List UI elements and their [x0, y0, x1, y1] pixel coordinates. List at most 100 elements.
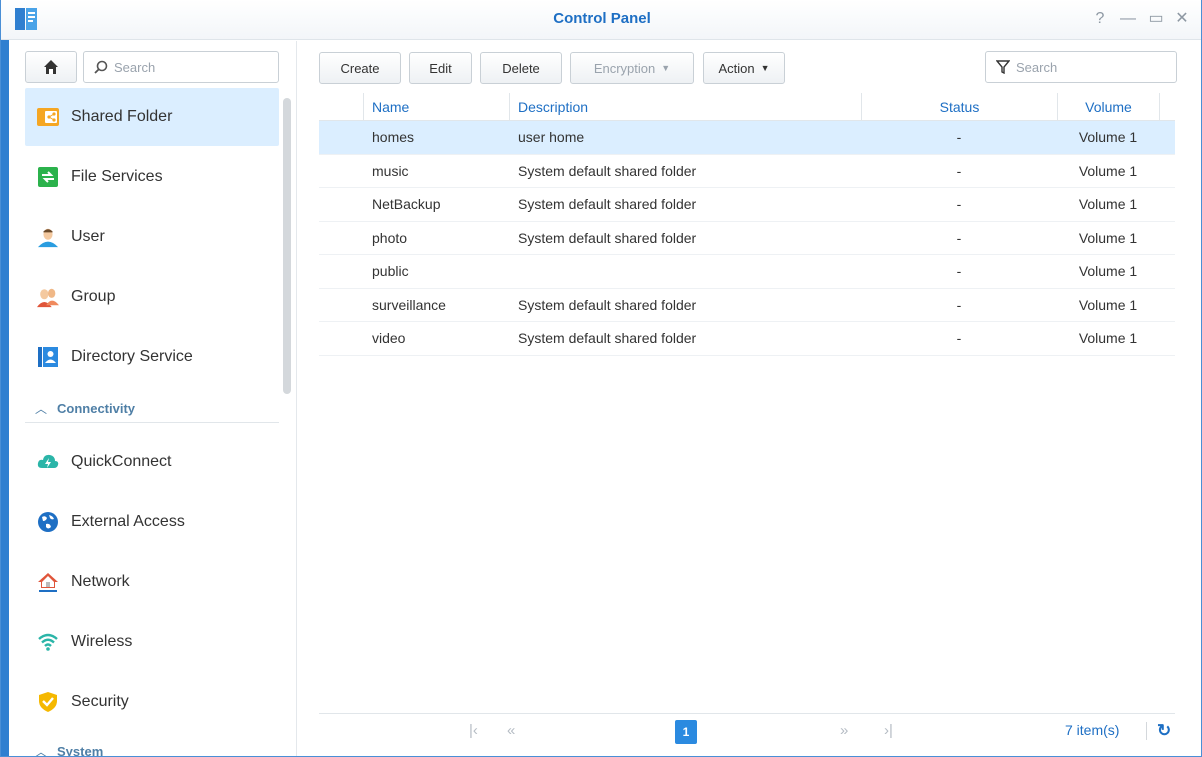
wireless-icon	[37, 631, 59, 653]
sidebar-item-file-services[interactable]: File Services	[25, 148, 279, 206]
sidebar-item-shared-folder[interactable]: Shared Folder	[25, 88, 279, 146]
cell-volume: Volume 1	[1078, 129, 1138, 145]
filter-search-input[interactable]	[1016, 59, 1156, 75]
maximize-icon[interactable]: ▭	[1143, 8, 1169, 30]
create-button[interactable]: Create	[319, 52, 401, 84]
sidebar-search-box[interactable]	[83, 51, 279, 83]
delete-button[interactable]: Delete	[480, 52, 562, 84]
pager-divider	[1146, 722, 1147, 740]
user-icon	[37, 226, 59, 248]
group-icon	[37, 286, 59, 308]
refresh-icon[interactable]: ↻	[1157, 721, 1171, 741]
section-header-label: Connectivity	[57, 401, 136, 416]
section-header-connectivity[interactable]: ︿ Connectivity	[25, 395, 279, 423]
encryption-label: Encryption	[593, 60, 656, 76]
sidebar-item-label: Group	[71, 288, 116, 305]
home-icon	[44, 60, 58, 74]
sidebar-item-wireless[interactable]: Wireless	[25, 613, 279, 671]
cell-status: -	[956, 229, 962, 246]
cell-description: System default shared folder	[518, 296, 697, 313]
cell-description: System default shared folder	[518, 196, 697, 212]
table-row[interactable]: photo System default shared folder - Vol…	[319, 222, 1175, 255]
section-header-label: System	[57, 743, 104, 757]
external-access-icon	[37, 511, 59, 533]
cell-name: public	[372, 263, 409, 279]
cell-name: surveillance	[372, 296, 446, 313]
table-header: Name Description Status Volume	[319, 93, 1175, 121]
column-header-name[interactable]: Name	[363, 93, 509, 121]
cell-name: music	[372, 162, 409, 179]
sidebar-item-label: Directory Service	[71, 348, 193, 365]
close-icon[interactable]: ✕	[1169, 8, 1195, 30]
cell-description: System default shared folder	[518, 330, 697, 346]
sidebar-item-external-access[interactable]: External Access	[25, 493, 279, 551]
sidebar-item-network[interactable]: Network	[25, 553, 279, 611]
section-header-system[interactable]: ︿ System	[25, 737, 279, 757]
table-row[interactable]: surveillance System default shared folde…	[319, 289, 1175, 322]
minimize-icon[interactable]: —	[1115, 8, 1141, 30]
sidebar-item-directory-service[interactable]: Directory Service	[25, 328, 279, 386]
sidebar-item-label: Shared Folder	[71, 108, 173, 125]
control-panel-window: Control Panel ? — ▭ ✕ Shared Folder	[0, 0, 1202, 757]
column-header-spacer	[1159, 93, 1175, 121]
cell-name: NetBackup	[372, 196, 441, 212]
cell-status: -	[956, 196, 962, 212]
previous-page-icon[interactable]: «	[507, 722, 515, 739]
network-icon	[37, 571, 59, 593]
current-page-indicator[interactable]: 1	[675, 720, 697, 744]
next-page-icon[interactable]: »	[840, 722, 848, 739]
sidebar-item-user[interactable]: User	[25, 208, 279, 266]
chevron-up-icon: ︿	[35, 744, 48, 757]
cell-status: -	[956, 330, 962, 346]
filter-search-box[interactable]	[985, 51, 1177, 83]
window-left-edge	[1, 0, 9, 756]
cell-status: -	[956, 129, 962, 145]
cell-description: System default shared folder	[518, 162, 697, 179]
sidebar-item-security[interactable]: Security	[25, 673, 279, 731]
cell-description: user home	[518, 129, 585, 145]
sidebar-item-label: Wireless	[71, 633, 133, 650]
title-bar[interactable]: Control Panel ? — ▭ ✕	[1, 0, 1201, 40]
sidebar-search-input[interactable]	[114, 59, 264, 75]
cell-volume: Volume 1	[1078, 196, 1138, 212]
shared-folder-icon	[37, 106, 59, 128]
sidebar-item-label: External Access	[71, 513, 185, 530]
cell-name: video	[372, 330, 406, 346]
quickconnect-icon	[37, 451, 59, 473]
table-row[interactable]: homes user home - Volume 1	[319, 121, 1175, 155]
action-dropdown-button[interactable]: Action ▼	[703, 52, 785, 84]
edit-button[interactable]: Edit	[409, 52, 472, 84]
directory-service-icon	[37, 346, 59, 368]
shield-icon	[37, 691, 59, 713]
cell-volume: Volume 1	[1078, 263, 1138, 279]
sidebar-item-label: Network	[71, 573, 130, 590]
shared-folder-table: Name Description Status Volume homes use…	[319, 93, 1175, 356]
column-header-status[interactable]: Status	[861, 93, 1057, 121]
cell-volume: Volume 1	[1078, 162, 1138, 179]
cell-volume: Volume 1	[1078, 330, 1138, 346]
home-button[interactable]	[25, 51, 77, 83]
chevron-down-icon: ▼	[661, 63, 671, 73]
cell-status: -	[956, 263, 962, 279]
cell-status: -	[956, 296, 962, 313]
sidebar-item-label: User	[71, 228, 105, 245]
sidebar-scrollbar[interactable]	[283, 98, 291, 394]
sidebar-item-group[interactable]: Group	[25, 268, 279, 326]
column-header-volume[interactable]: Volume	[1057, 93, 1159, 121]
last-page-icon[interactable]: ›|	[884, 722, 893, 739]
first-page-icon[interactable]: |‹	[469, 722, 478, 739]
table-row[interactable]: NetBackup System default shared folder -…	[319, 188, 1175, 222]
help-icon[interactable]: ?	[1087, 8, 1113, 30]
column-header-description[interactable]: Description	[509, 93, 861, 121]
file-services-icon	[37, 166, 59, 188]
table-row[interactable]: music System default shared folder - Vol…	[319, 155, 1175, 188]
sidebar-item-label: File Services	[71, 168, 163, 185]
sidebar-item-label: Security	[71, 693, 129, 710]
table-row[interactable]: video System default shared folder - Vol…	[319, 322, 1175, 356]
cell-status: -	[956, 162, 962, 179]
encryption-dropdown-button[interactable]: Encryption ▼	[570, 52, 694, 84]
cell-volume: Volume 1	[1078, 229, 1138, 246]
sidebar-item-quickconnect[interactable]: QuickConnect	[25, 433, 279, 491]
action-label: Action	[718, 60, 755, 76]
table-row[interactable]: public - Volume 1	[319, 255, 1175, 289]
